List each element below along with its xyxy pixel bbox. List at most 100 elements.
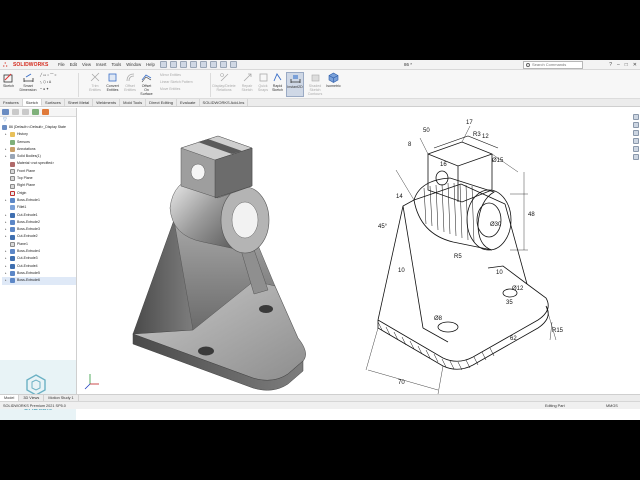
model-viewport[interactable]: 50 17 R3 16 8 12 Ø15 Ø30 48 R5 10 10 14 … bbox=[78, 108, 630, 395]
view-palette-icon[interactable] bbox=[633, 138, 639, 144]
tab-sheet-metal[interactable]: Sheet Metal bbox=[65, 99, 94, 106]
open-icon[interactable] bbox=[170, 61, 177, 68]
tab-evaluate[interactable]: Evaluate bbox=[177, 99, 200, 106]
expand-icon[interactable]: ▸ bbox=[5, 219, 8, 226]
file-explorer-icon[interactable] bbox=[633, 130, 639, 136]
tree-item[interactable]: ▸ Annotations bbox=[2, 146, 76, 153]
tree-item[interactable]: Right Plane bbox=[2, 182, 76, 189]
tree-root[interactable]: 86 (Default<<Default>_Display State bbox=[2, 124, 76, 131]
tree-item[interactable]: ▸ Solid Bodies(1) bbox=[2, 153, 76, 160]
print-icon[interactable] bbox=[190, 61, 197, 68]
sketch-button[interactable]: Sketch bbox=[3, 72, 14, 88]
instant2d-button[interactable]: Instant2D bbox=[286, 72, 304, 97]
expand-icon[interactable]: ▸ bbox=[5, 233, 8, 240]
menu-help[interactable]: Help bbox=[146, 61, 155, 69]
trim-entities-button[interactable]: Trim Entities bbox=[88, 72, 102, 92]
expand-icon[interactable]: ▸ bbox=[5, 255, 8, 262]
property-manager-tab-icon[interactable] bbox=[12, 109, 19, 115]
help-icon[interactable]: ? bbox=[609, 61, 612, 69]
expand-icon[interactable]: ▸ bbox=[5, 248, 8, 255]
rapid-sketch-button[interactable]: Rapid Sketch bbox=[271, 72, 284, 92]
menu-insert[interactable]: Insert bbox=[96, 61, 106, 69]
undo-icon[interactable] bbox=[200, 61, 207, 68]
close-icon[interactable]: ✕ bbox=[633, 61, 637, 69]
tab-surfaces[interactable]: Surfaces bbox=[42, 99, 65, 106]
move-entities-button[interactable]: Move Entities bbox=[160, 87, 180, 92]
design-library-icon[interactable] bbox=[633, 122, 639, 128]
tree-item[interactable]: ▸ Boss-Extrude6 bbox=[2, 277, 76, 285]
filter-icon[interactable]: ▽ bbox=[0, 117, 76, 124]
expand-icon[interactable]: ▸ bbox=[5, 131, 8, 138]
line-icon[interactable]: ╱ bbox=[40, 73, 42, 77]
search-commands-input[interactable]: Search Commands bbox=[523, 61, 583, 69]
feature-tree-tab-icon[interactable] bbox=[2, 109, 9, 115]
tree-item[interactable]: Top Plane bbox=[2, 175, 76, 182]
display-relations-button[interactable]: Display/Delete Relations bbox=[212, 72, 236, 92]
maximize-icon[interactable]: □ bbox=[625, 61, 628, 69]
dimensioned-isometric-drawing[interactable] bbox=[365, 125, 557, 395]
tree-item[interactable]: ▸ Boss-Extrude2 bbox=[2, 219, 76, 226]
tree-item[interactable]: ▸ Boss-Extrude3 bbox=[2, 226, 76, 233]
tab-direct-editing[interactable]: Direct Editing bbox=[146, 99, 177, 106]
centerline-icon[interactable]: ╌ bbox=[40, 87, 42, 91]
appearances-icon[interactable] bbox=[633, 146, 639, 152]
mirror-entities-button[interactable]: Mirror Entities bbox=[160, 73, 181, 78]
tab-sketch[interactable]: Sketch bbox=[22, 99, 43, 106]
repair-sketch-button[interactable]: Repair Sketch bbox=[241, 72, 253, 92]
menu-file[interactable]: File bbox=[58, 61, 65, 69]
tree-item[interactable]: Front Plane bbox=[2, 168, 76, 175]
custom-properties-icon[interactable] bbox=[633, 154, 639, 160]
tree-item[interactable]: ▸ Boss-Extrude5 bbox=[2, 270, 76, 277]
select-icon[interactable] bbox=[210, 61, 217, 68]
tree-item[interactable]: ▸ Boss-Extrude4 bbox=[2, 248, 76, 255]
expand-icon[interactable]: ▸ bbox=[5, 263, 8, 270]
offset-entities-button[interactable]: Offset Entities bbox=[122, 72, 138, 92]
display-manager-tab-icon[interactable] bbox=[42, 109, 49, 115]
dimxpert-tab-icon[interactable] bbox=[32, 109, 39, 115]
tree-item[interactable]: Fillet1 bbox=[2, 204, 76, 211]
tree-item[interactable]: Origin bbox=[2, 190, 76, 197]
resources-icon[interactable] bbox=[633, 114, 639, 120]
menu-view[interactable]: View bbox=[82, 61, 91, 69]
linear-pattern-button[interactable]: Linear Sketch Pattern bbox=[160, 80, 193, 85]
expand-icon[interactable]: ▸ bbox=[5, 153, 8, 160]
smart-dimension-button[interactable]: Smart Dimension bbox=[18, 72, 38, 92]
tree-item[interactable]: ▸ Cut-Extrude1 bbox=[2, 212, 76, 219]
convert-entities-button[interactable]: Convert Entities bbox=[104, 72, 121, 92]
tree-item[interactable]: ▸ History bbox=[2, 131, 76, 138]
tree-item[interactable]: ▸ Cut-Extrude4 bbox=[2, 263, 76, 270]
rebuild-icon[interactable] bbox=[220, 61, 227, 68]
tree-item[interactable]: Plane1 bbox=[2, 241, 76, 248]
menu-window[interactable]: Window bbox=[126, 61, 141, 69]
expand-icon[interactable]: ▸ bbox=[5, 270, 8, 277]
tab-features[interactable]: Features bbox=[0, 99, 23, 106]
expand-icon[interactable]: ▸ bbox=[5, 212, 8, 219]
save-icon[interactable] bbox=[180, 61, 187, 68]
menu-edit[interactable]: Edit bbox=[70, 61, 77, 69]
tab-mold-tools[interactable]: Mold Tools bbox=[120, 99, 147, 106]
quick-snaps-button[interactable]: Quick Snaps bbox=[256, 72, 270, 92]
new-icon[interactable] bbox=[160, 61, 167, 68]
minimize-icon[interactable]: – bbox=[617, 61, 620, 69]
units-selector[interactable]: MMGS bbox=[606, 402, 618, 410]
tree-item[interactable]: ▸ Boss-Extrude1 bbox=[2, 197, 76, 204]
shaded-contours-button[interactable]: Shaded Sketch Contours bbox=[307, 72, 323, 96]
offset-on-surface-button[interactable]: Offset On Surface bbox=[139, 72, 154, 96]
fillet-icon[interactable]: ╮ bbox=[40, 80, 42, 84]
menu-tools[interactable]: Tools bbox=[111, 61, 121, 69]
options-icon[interactable] bbox=[230, 61, 237, 68]
tab-weldments[interactable]: Weldments bbox=[93, 99, 121, 106]
configuration-tab-icon[interactable] bbox=[22, 109, 29, 115]
isometric-button[interactable]: Isometric bbox=[326, 72, 341, 88]
app-logo[interactable]: ∴ SOLIDWORKS bbox=[3, 61, 48, 69]
tree-item[interactable]: ▸ Cut-Extrude2 bbox=[2, 233, 76, 240]
expand-icon[interactable]: ▸ bbox=[5, 146, 8, 153]
tree-item[interactable]: Material <not specified> bbox=[2, 160, 76, 167]
expand-icon[interactable]: ▸ bbox=[5, 226, 8, 233]
tab-addins[interactable]: SOLIDWORKS Add-Ins bbox=[200, 99, 249, 106]
tree-item[interactable]: ▸ Cut-Extrude3 bbox=[2, 255, 76, 262]
expand-icon[interactable]: ▸ bbox=[5, 197, 8, 204]
graphics-area[interactable]: 50 17 R3 16 8 12 Ø15 Ø30 48 R5 10 10 14 … bbox=[78, 108, 630, 395]
expand-icon[interactable]: ▸ bbox=[5, 277, 8, 284]
tree-item[interactable]: Sensors bbox=[2, 139, 76, 146]
